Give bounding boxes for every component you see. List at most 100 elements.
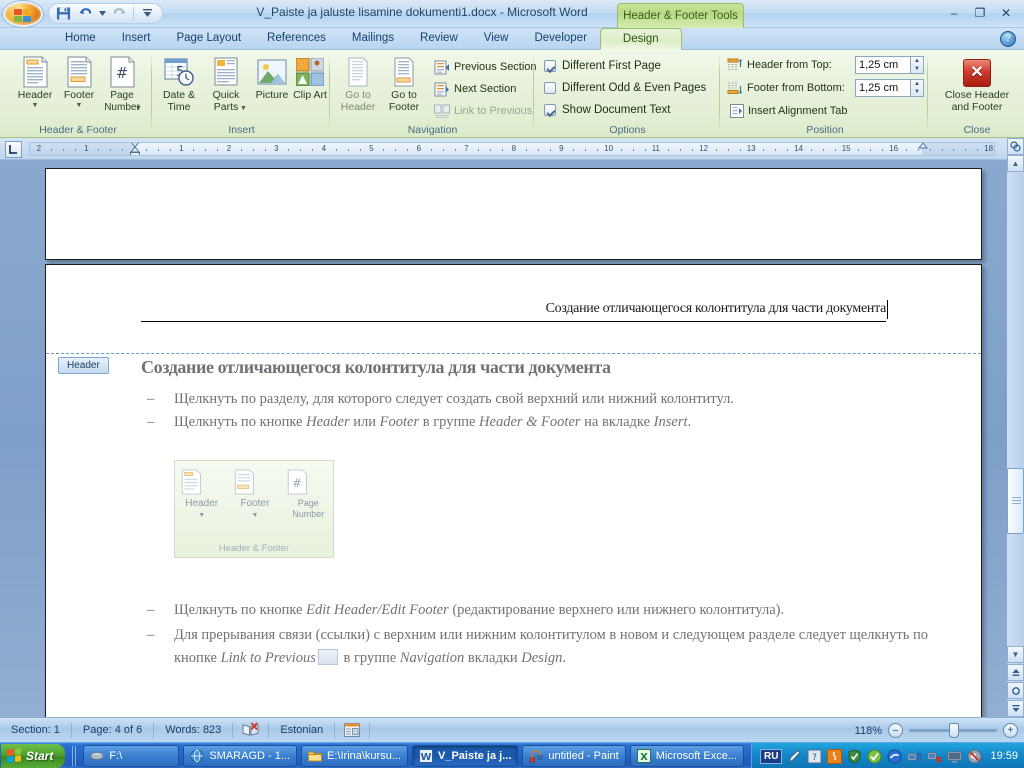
taskbar-item-smaragd[interactable]: SMARAGD - 1... [183, 744, 298, 767]
scroll-down-button[interactable]: ▼ [1007, 646, 1024, 663]
customize-qat-icon[interactable] [137, 5, 158, 23]
status-section[interactable]: Section: 1 [0, 718, 71, 743]
ruler-tick [490, 149, 491, 151]
tab-developer[interactable]: Developer [521, 28, 599, 50]
embedded-page-number-label: Page Number [292, 498, 325, 519]
sync-icon[interactable] [887, 749, 902, 764]
header-from-top-input[interactable]: 1,25 cm [855, 56, 911, 74]
page-number-doc-icon: # [94, 56, 150, 88]
status-words[interactable]: Words: 823 [154, 718, 232, 743]
shield-icon[interactable] [847, 748, 862, 764]
zoom-slider-thumb[interactable] [949, 723, 959, 738]
header-from-top-spinner[interactable]: ▲ ▼ [911, 56, 924, 74]
svg-text:#: # [293, 477, 302, 490]
go-to-header-button[interactable]: Go to Header [335, 53, 381, 119]
page-number-caret-icon[interactable]: ▼ [135, 105, 142, 112]
ruler-tick [870, 149, 871, 151]
spinner-up-icon[interactable]: ▲ [911, 57, 923, 65]
pen-icon[interactable] [787, 749, 802, 764]
vertical-scrollbar[interactable]: ▲ ▼ [1007, 138, 1024, 717]
taskbar-grip[interactable] [72, 745, 79, 766]
help-icon[interactable]: ? [1000, 31, 1016, 47]
different-first-page-checkbox[interactable]: Different First Page [541, 55, 664, 76]
taskbar-item-folder[interactable]: E:\Irina\kursu... [301, 744, 409, 767]
zoom-slider-track[interactable] [909, 723, 997, 738]
ruler-tick [906, 149, 907, 151]
zoom-level[interactable]: 118% [855, 725, 882, 737]
select-browse-object-button-bottom[interactable] [1007, 682, 1024, 699]
go-to-footer-button[interactable]: Go to Footer [381, 53, 427, 119]
status-language[interactable]: Estonian [269, 718, 334, 743]
spinner-up-icon[interactable]: ▲ [911, 80, 923, 88]
document-page-current[interactable]: Создание отличающегося колонтитула для ч… [45, 264, 982, 717]
display-icon[interactable] [947, 749, 962, 764]
zoom-in-button[interactable]: + [1003, 723, 1018, 738]
close-button[interactable]: ✕ [994, 4, 1018, 21]
previous-section-button[interactable]: Previous Section [431, 56, 540, 78]
save-icon[interactable] [53, 5, 74, 23]
taskbar-item-excel[interactable]: X Microsoft Exce... [629, 744, 745, 767]
document-workspace[interactable]: Создание отличающегося колонтитула для ч… [0, 160, 1024, 717]
undo-icon[interactable] [75, 5, 96, 23]
insert-alignment-tab-button[interactable]: Insert Alignment Tab [727, 100, 850, 122]
footer-from-bottom-input[interactable]: 1,25 cm [855, 79, 911, 97]
previous-page-button[interactable] [1007, 664, 1024, 681]
volume-muted-icon[interactable] [967, 749, 982, 764]
network-disconnected-icon[interactable] [927, 749, 943, 764]
start-button[interactable]: Start [1, 743, 66, 768]
restore-button[interactable]: ❐ [968, 4, 992, 21]
date-time-button[interactable]: 5 Date & Time [155, 53, 203, 119]
tab-home[interactable]: Home [52, 28, 109, 50]
wireless-icon[interactable] [907, 749, 922, 764]
thumb-grip [1012, 497, 1021, 505]
proofing-errors-icon[interactable] [233, 718, 268, 743]
tab-page-layout[interactable]: Page Layout [163, 28, 254, 50]
next-page-button[interactable] [1007, 700, 1024, 717]
paint-icon [529, 749, 543, 763]
redo-icon[interactable] [109, 5, 130, 23]
right-indent-marker[interactable] [918, 143, 928, 155]
first-line-indent-marker[interactable] [130, 143, 140, 155]
ruler-number: 2 [226, 144, 232, 153]
embedded-ribbon-screenshot[interactable]: Header ▼ Footer ▼ # Page Number Header &… [174, 460, 334, 558]
undo-dropdown-icon[interactable] [97, 5, 108, 23]
tab-insert[interactable]: Insert [109, 28, 164, 50]
tab-mailings[interactable]: Mailings [339, 28, 407, 50]
taskbar-clock[interactable]: 19:59 [990, 750, 1018, 762]
language-indicator[interactable]: RU [760, 748, 783, 764]
tab-design[interactable]: Design [599, 28, 682, 50]
java-icon[interactable] [827, 748, 843, 764]
check-icon[interactable] [867, 749, 882, 764]
next-section-button[interactable]: Next Section [431, 78, 519, 100]
tab-review[interactable]: Review [407, 28, 471, 50]
go-to-footer-icon [381, 56, 427, 88]
status-page[interactable]: Page: 4 of 6 [72, 718, 153, 743]
tab-view[interactable]: View [471, 28, 522, 50]
minimize-button[interactable]: – [942, 4, 966, 21]
header-text[interactable]: Создание отличающегося колонтитула для ч… [546, 301, 887, 317]
link-to-previous-button[interactable]: Link to Previous [431, 100, 535, 122]
tab-references[interactable]: References [254, 28, 339, 50]
taskbar-item-paint[interactable]: untitled - Paint [522, 744, 626, 767]
spinner-down-icon[interactable]: ▼ [911, 88, 923, 96]
close-header-and-footer-label: Close Header and Footer [944, 89, 1010, 113]
close-header-and-footer-button[interactable]: ✕ Close Header and Footer [941, 56, 1013, 116]
footer-from-bottom-spinner[interactable]: ▲ ▼ [911, 79, 924, 97]
show-document-text-checkbox[interactable]: Show Document Text [541, 99, 673, 120]
office-button[interactable] [3, 1, 43, 27]
taskbar-item-word[interactable]: W V_Paiste ja j... [412, 744, 519, 767]
quick-parts-caret-icon[interactable]: ▼ [240, 105, 247, 112]
clip-art-button[interactable]: Clip Art [291, 53, 329, 119]
zoom-out-button[interactable]: – [888, 723, 903, 738]
scroll-up-button[interactable]: ▲ [1007, 155, 1024, 172]
different-odd-even-pages-checkbox[interactable]: Different Odd & Even Pages [541, 77, 709, 98]
picture-button[interactable]: Picture [251, 53, 293, 119]
help-icon[interactable]: ? [807, 749, 822, 764]
spinner-down-icon[interactable]: ▼ [911, 65, 923, 73]
scrollbar-thumb[interactable] [1007, 468, 1024, 534]
select-browse-object-button[interactable] [1007, 138, 1024, 155]
horizontal-ruler[interactable]: 2 1 1 2 3 4 5 6 7 8 9 10 11 12 13 14 15 16 18 [29, 142, 995, 156]
record-macro-icon[interactable] [335, 718, 369, 743]
taskbar-item-drive[interactable]: F:\ [83, 744, 180, 767]
tab-selector-button[interactable] [5, 141, 22, 158]
